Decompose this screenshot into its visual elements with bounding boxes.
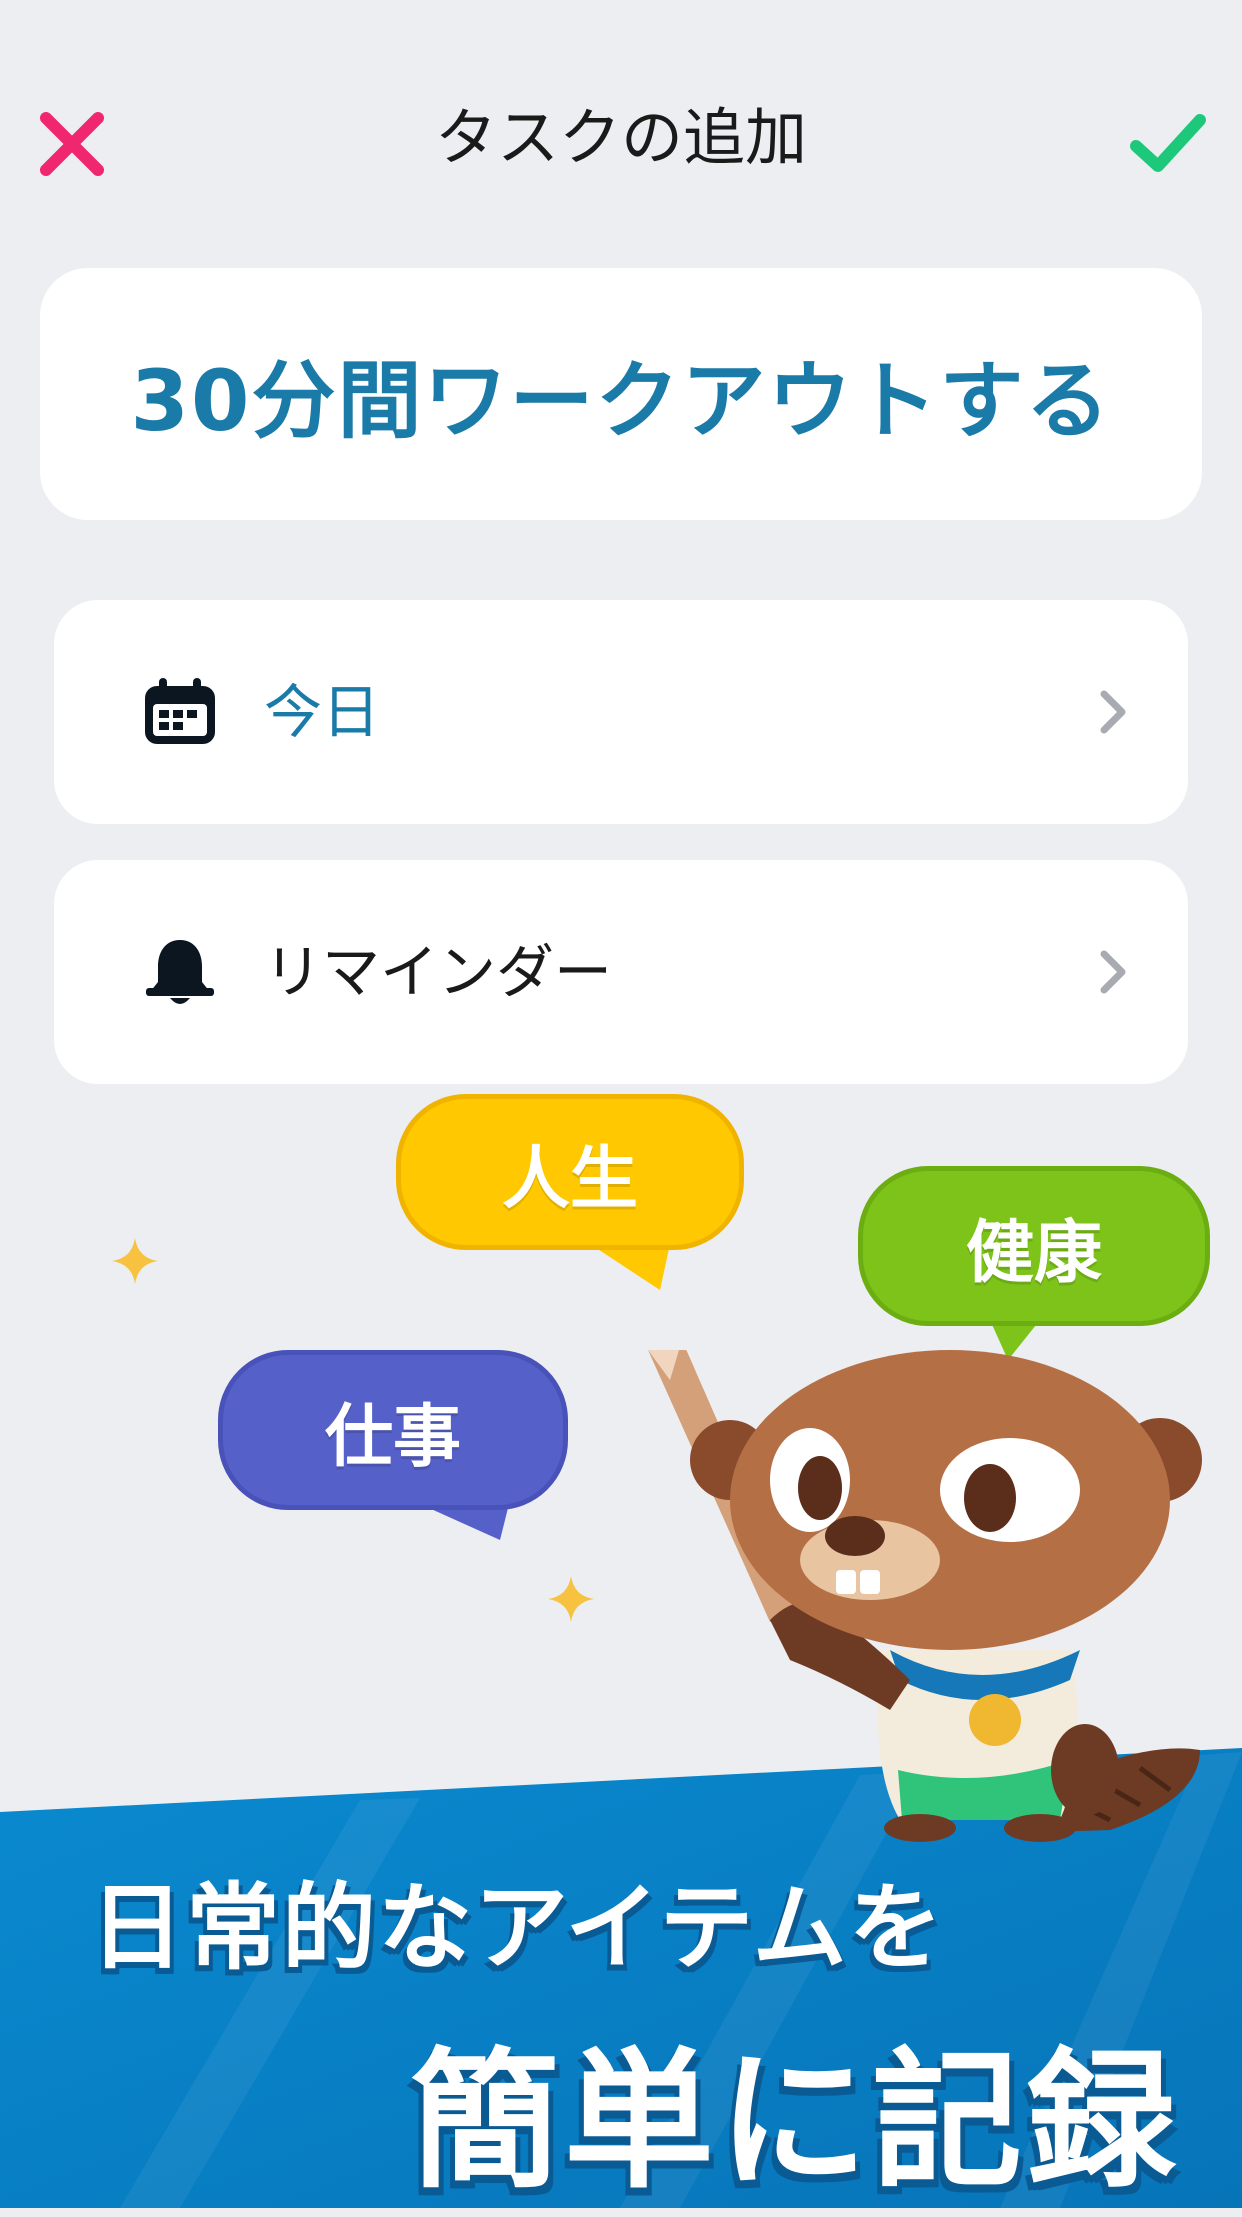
promo-headline-line1: 日常的なアイテムを [90, 1874, 945, 1983]
beaver-mascot-illustration [648, 1350, 1202, 1842]
promo-headline-line2: 簡単に記録 [410, 2035, 1181, 2209]
